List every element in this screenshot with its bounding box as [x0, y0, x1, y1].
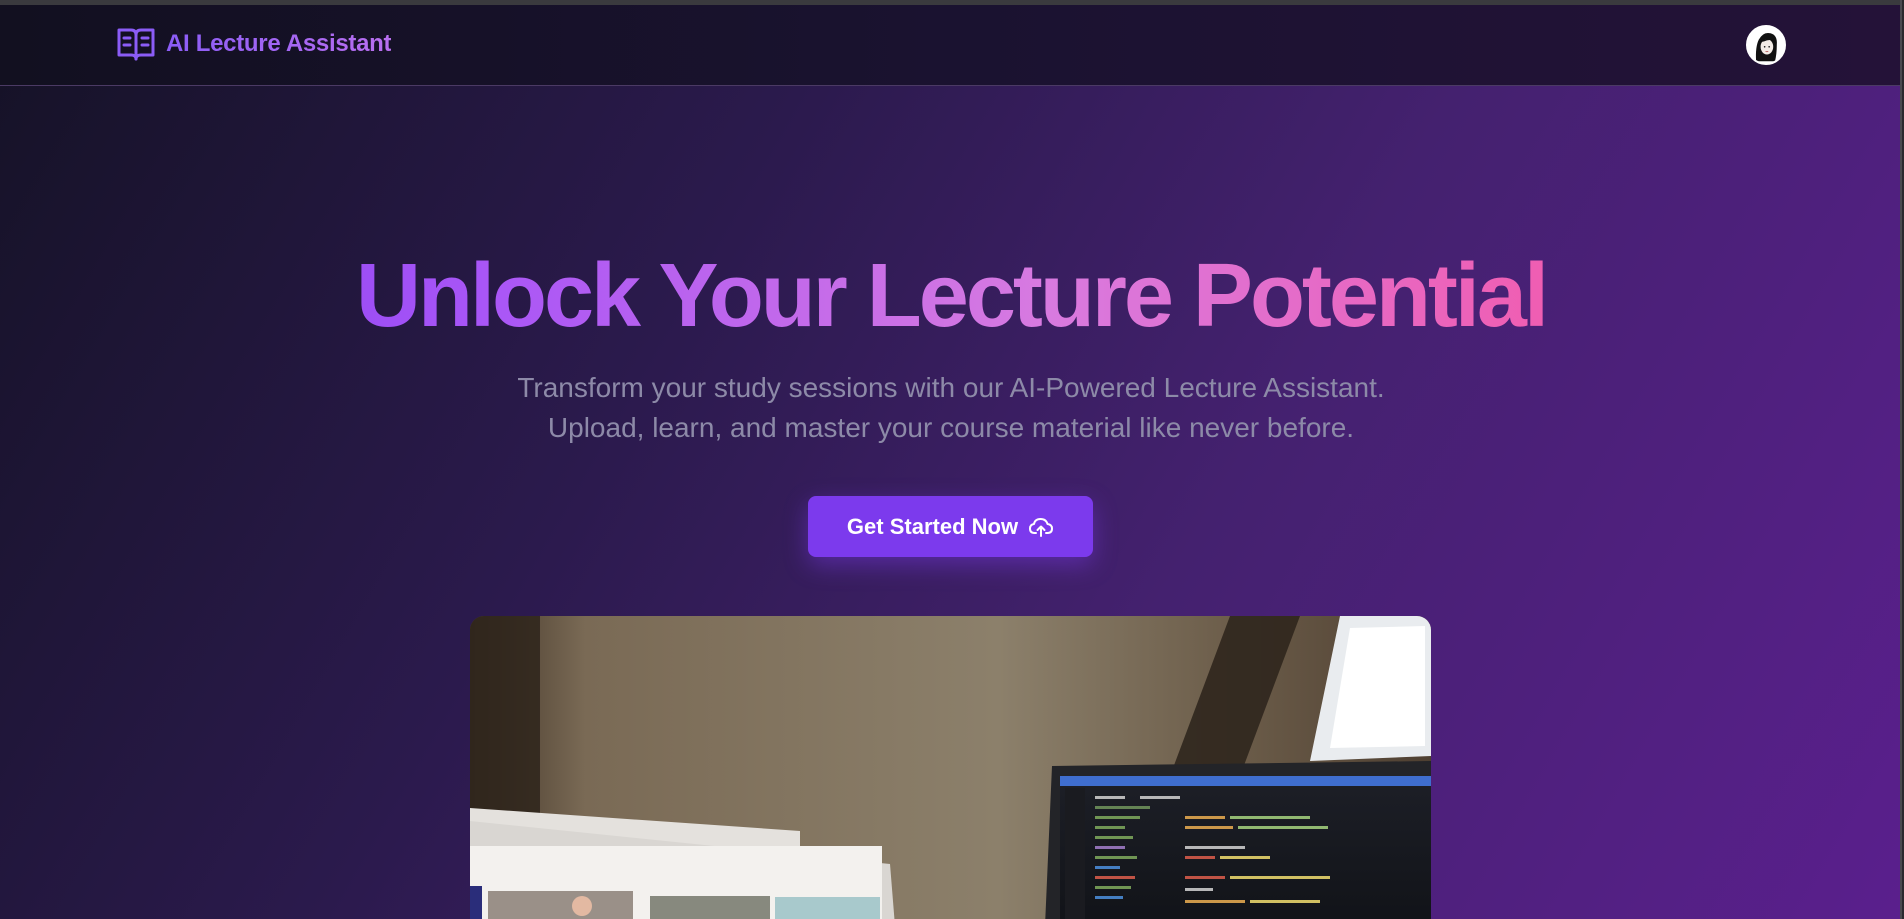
user-avatar-icon: [1748, 27, 1784, 63]
hero-subtitle-line-2: Upload, learn, and master your course ma…: [547, 412, 1355, 443]
hero-title: Unlock Your Lecture Potential: [0, 244, 1902, 348]
cloud-upload-icon: [1029, 517, 1054, 537]
landing-page: AI Lecture Assistant Unlock Your Lecture…: [0, 0, 1902, 919]
hero-subtitle-line-1: Transform your study sessions with our A…: [517, 372, 1385, 403]
laptops-photo: [470, 616, 1431, 919]
brand-name: AI Lecture Assistant: [166, 30, 392, 57]
open-book-icon: [117, 28, 155, 61]
scrollbar-edge: [1900, 0, 1902, 919]
user-avatar-button[interactable]: [1746, 25, 1786, 65]
hero-photo-laptops: [470, 616, 1431, 919]
get-started-button[interactable]: Get Started Now: [808, 496, 1093, 557]
get-started-label: Get Started Now: [846, 513, 1019, 539]
navbar: AI Lecture Assistant: [0, 5, 1902, 86]
brand-link[interactable]: AI Lecture Assistant: [116, 25, 391, 63]
